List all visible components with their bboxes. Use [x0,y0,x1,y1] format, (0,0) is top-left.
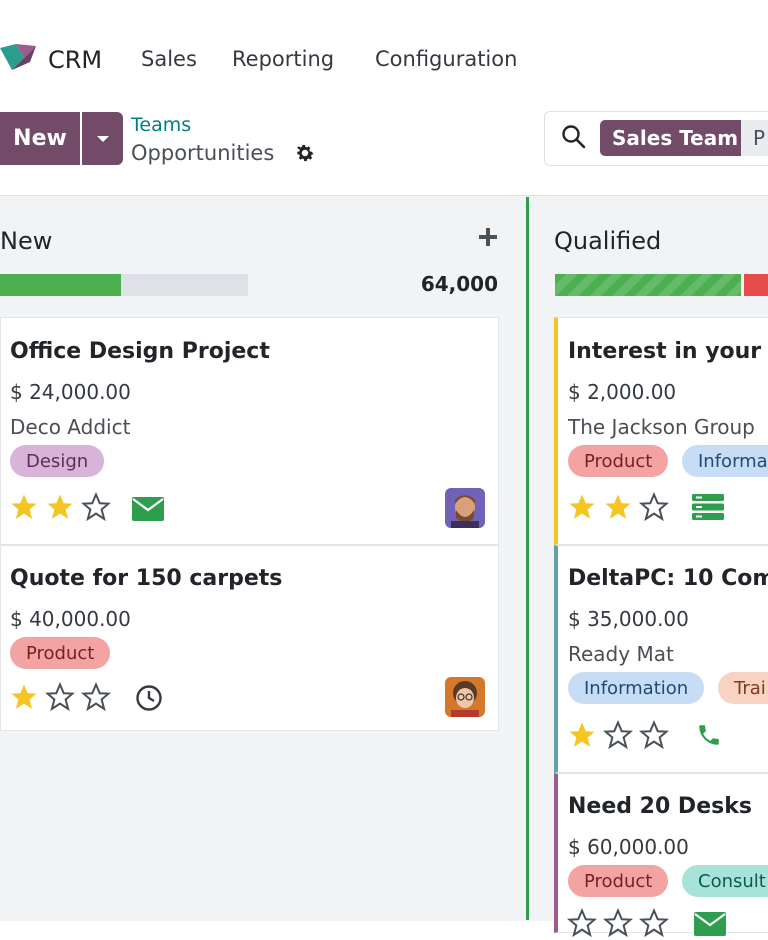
clock-icon[interactable] [135,684,163,716]
star-filled-icon[interactable] [567,492,597,522]
quick-create-plus-icon[interactable] [476,225,500,249]
phone-icon[interactable] [696,722,722,752]
kanban-card[interactable]: Office Design Project $ 24,000.00 Deco A… [0,317,499,545]
tag-product[interactable]: Product [568,445,669,477]
star-empty-icon[interactable] [81,492,111,522]
menu-sales[interactable]: Sales [141,47,197,71]
email-icon[interactable] [132,497,164,525]
star-empty-icon[interactable] [603,908,633,938]
star-empty-icon[interactable] [639,492,669,522]
kanban-card[interactable]: Interest in your p $ 2,000.00 The Jackso… [554,317,768,545]
menu-reporting[interactable]: Reporting [232,47,334,71]
star-empty-icon[interactable] [603,720,633,750]
card-amount: $ 60,000.00 [568,835,689,859]
star-filled-icon[interactable] [45,492,75,522]
kanban-card[interactable]: Need 20 Desks $ 60,000.00 Product Consul… [554,773,768,938]
star-filled-icon[interactable] [567,720,597,750]
star-empty-icon[interactable] [639,908,669,938]
tag-training[interactable]: Trai [718,672,768,704]
card-amount: $ 24,000.00 [10,380,131,404]
card-title: Interest in your p [568,339,768,364]
card-amount: $ 40,000.00 [10,607,131,631]
new-dropdown-button[interactable] [82,112,123,165]
breadcrumb-teams[interactable]: Teams [131,114,191,136]
column-title-qualified[interactable]: Qualified [554,227,661,255]
tag-consulting[interactable]: Consult [682,865,768,897]
new-button[interactable]: New [0,112,80,165]
avatar[interactable] [445,488,485,528]
star-filled-icon[interactable] [9,682,39,712]
progress-segment-won[interactable] [0,274,121,296]
star-filled-icon[interactable] [603,492,633,522]
top-navbar: CRM Sales Reporting Configuration [0,0,768,110]
tag-product[interactable]: Product [568,865,669,897]
tag-information[interactable]: Informa [682,445,768,477]
card-title: Quote for 150 carpets [10,566,283,591]
crm-logo-icon[interactable] [0,40,36,76]
star-filled-icon[interactable] [9,492,39,522]
column-divider [526,197,529,920]
menu-configuration[interactable]: Configuration [375,47,517,71]
breadcrumb-current: Opportunities [131,141,275,165]
card-company: Deco Addict [10,415,131,439]
card-company: Ready Mat [568,642,674,666]
column-title-new[interactable]: New [0,227,52,255]
star-empty-icon[interactable] [45,682,75,712]
column-total: 64,000 [420,272,498,296]
card-title: Need 20 Desks [568,794,752,819]
star-empty-icon[interactable] [639,720,669,750]
tag-design[interactable]: Design [10,445,105,477]
card-company: The Jackson Group [568,415,755,439]
card-title: Office Design Project [10,339,270,364]
search-facet-next[interactable]: P [741,120,768,156]
search-facet-sales-team[interactable]: Sales Team [600,120,751,156]
star-empty-icon[interactable] [567,908,597,938]
tag-product[interactable]: Product [10,637,111,669]
kanban-card[interactable]: Quote for 150 carpets $ 40,000.00 Produc… [0,545,499,731]
caret-down-icon [96,129,110,148]
progress-segment-overdue[interactable] [744,274,768,296]
card-amount: $ 35,000.00 [568,607,689,631]
progress-segment-planned[interactable] [555,274,741,296]
avatar[interactable] [445,677,485,717]
email-icon[interactable] [694,912,726,940]
tasks-icon[interactable] [692,494,724,524]
search-icon[interactable] [561,124,587,150]
tag-information[interactable]: Information [568,672,705,704]
card-amount: $ 2,000.00 [568,380,677,404]
card-title: DeltaPC: 10 Com [568,566,768,591]
gear-icon[interactable] [294,142,316,164]
kanban-card[interactable]: DeltaPC: 10 Com $ 35,000.00 Ready Mat In… [554,545,768,773]
app-name[interactable]: CRM [48,46,102,74]
star-empty-icon[interactable] [81,682,111,712]
